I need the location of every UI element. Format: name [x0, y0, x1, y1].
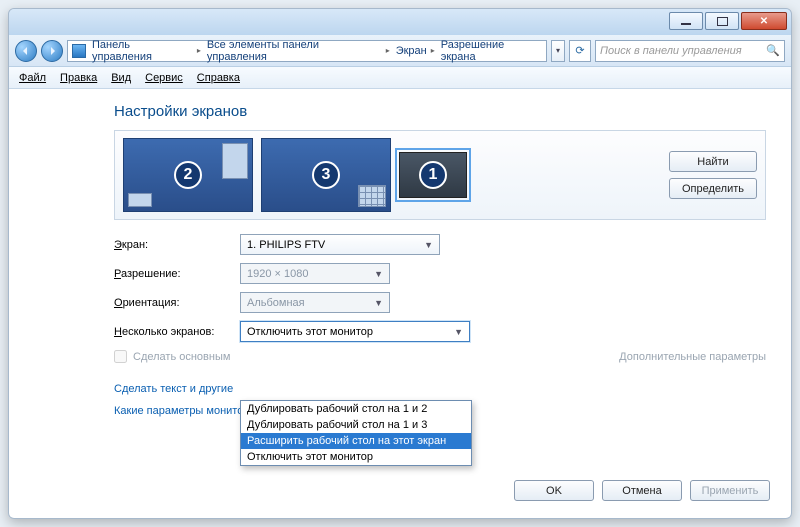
breadcrumb[interactable]: Панель управления▸ Все элементы панели у…	[67, 40, 547, 62]
make-primary-label: Сделать основным	[133, 351, 230, 363]
multi-display-dropdown[interactable]: Дублировать рабочий стол на 1 и 2 Дублир…	[240, 400, 472, 466]
back-button[interactable]	[15, 40, 37, 62]
preview-grid-icon	[358, 185, 386, 207]
dropdown-option[interactable]: Дублировать рабочий стол на 1 и 3	[241, 417, 471, 433]
monitor-3[interactable]: 3	[261, 138, 391, 212]
monitor-2[interactable]: 2	[123, 138, 253, 212]
search-input[interactable]: Поиск в панели управления 🔍	[595, 40, 785, 62]
breadcrumb-item[interactable]: Экран▸	[396, 45, 439, 57]
menu-view[interactable]: Вид	[111, 72, 131, 84]
menubar: Файл Правка Вид Сервис Справка	[9, 67, 791, 89]
find-button[interactable]: Найти	[669, 151, 757, 172]
label-multi: Несколько экранов:	[114, 326, 240, 338]
menu-service[interactable]: Сервис	[145, 72, 183, 84]
breadcrumb-item[interactable]: Разрешение экрана	[441, 39, 542, 63]
monitor-1[interactable]: 1	[399, 152, 467, 198]
advanced-link[interactable]: Дополнительные параметры	[619, 351, 766, 363]
monitor-number: 1	[419, 161, 447, 189]
control-panel-icon	[72, 44, 86, 58]
button-bar: OK Отмена Применить	[514, 480, 770, 501]
screen-select[interactable]: 1. PHILIPS FTV▼	[240, 234, 440, 255]
menu-file[interactable]: Файл	[19, 72, 46, 84]
detect-button[interactable]: Определить	[669, 178, 757, 199]
page-title: Настройки экранов	[114, 103, 766, 120]
label-screen: Экран:	[114, 239, 240, 251]
preview-window-icon	[222, 143, 248, 179]
monitor-number: 2	[174, 161, 202, 189]
menu-edit[interactable]: Правка	[60, 72, 97, 84]
multi-display-select[interactable]: Отключить этот монитор▼	[240, 321, 470, 342]
cancel-button[interactable]: Отмена	[602, 480, 682, 501]
refresh-button[interactable]	[569, 40, 591, 62]
menu-help[interactable]: Справка	[197, 72, 240, 84]
dropdown-option[interactable]: Дублировать рабочий стол на 1 и 2	[241, 401, 471, 417]
minimize-button[interactable]	[669, 12, 703, 30]
monitor-preview: 2 3 1 Найти Определить	[114, 130, 766, 220]
label-resolution: Разрешение:	[114, 268, 240, 280]
forward-button[interactable]	[41, 40, 63, 62]
dropdown-option[interactable]: Отключить этот монитор	[241, 449, 471, 465]
apply-button[interactable]: Применить	[690, 480, 770, 501]
breadcrumb-item[interactable]: Панель управления▸	[92, 39, 205, 63]
close-button[interactable]	[741, 12, 787, 30]
make-primary-checkbox	[114, 350, 127, 363]
breadcrumb-dropdown[interactable]	[551, 40, 565, 62]
breadcrumb-item[interactable]: Все элементы панели управления▸	[207, 39, 394, 63]
search-icon: 🔍	[766, 44, 780, 57]
titlebar	[9, 9, 791, 35]
window: Панель управления▸ Все элементы панели у…	[8, 8, 792, 519]
dropdown-option-selected[interactable]: Расширить рабочий стол на этот экран	[241, 433, 471, 449]
label-orientation: Ориентация:	[114, 297, 240, 309]
content: Настройки экранов 2 3 1 Найти Определить	[10, 89, 790, 517]
resolution-select: 1920 × 1080▼	[240, 263, 390, 284]
text-size-link[interactable]: Сделать текст и другие	[114, 383, 766, 395]
maximize-button[interactable]	[705, 12, 739, 30]
preview-taskbar-icon	[128, 193, 152, 207]
orientation-select: Альбомная▼	[240, 292, 390, 313]
search-placeholder: Поиск в панели управления	[600, 45, 742, 57]
explorer-bar: Панель управления▸ Все элементы панели у…	[9, 35, 791, 67]
monitor-number: 3	[312, 161, 340, 189]
ok-button[interactable]: OK	[514, 480, 594, 501]
